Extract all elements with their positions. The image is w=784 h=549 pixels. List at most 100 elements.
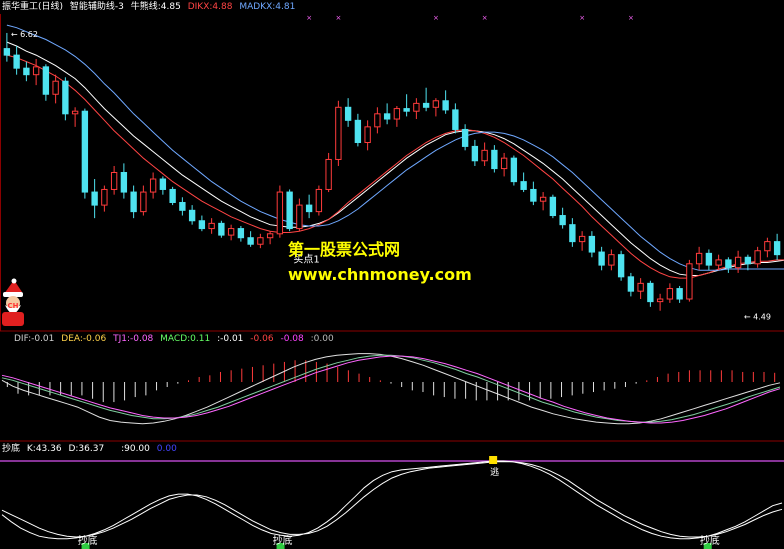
candle-body — [23, 67, 30, 76]
top-marker: × — [306, 14, 312, 22]
candle-body — [539, 196, 547, 202]
candle-body — [432, 100, 440, 108]
bottom-signal-label: 抄底 — [273, 534, 293, 547]
candle-body — [169, 188, 176, 203]
candle-body — [656, 298, 664, 303]
k-label: K:43.36 — [26, 444, 62, 454]
macd-extra-1: :-0.01 — [217, 334, 244, 344]
candle-body — [354, 119, 362, 144]
candle-body — [734, 256, 742, 269]
candle-body — [647, 282, 654, 303]
level-label: :90.00 — [121, 444, 150, 454]
candle-body — [705, 252, 713, 266]
watermark-title: 第一股票公式网 — [288, 240, 401, 259]
candle-body — [305, 204, 313, 213]
candle-body — [510, 157, 518, 183]
candle-body — [188, 209, 196, 222]
macd-extra-2: -0.06 — [250, 334, 274, 344]
candle-body — [335, 106, 342, 160]
price-header: 振华重工(日线) 智能辅助线-3 牛熊线:4.85 DIKX:4.88 MADK… — [2, 2, 299, 13]
candle-body — [578, 235, 586, 243]
candle-body — [452, 109, 459, 130]
candle-body — [442, 100, 449, 111]
candle-body — [666, 288, 674, 300]
candle-body — [491, 149, 498, 170]
candle-body — [286, 191, 293, 230]
candle-body — [32, 66, 40, 76]
bottom-signal-label: 抄底 — [700, 534, 720, 547]
bull-bear-line-label: 牛熊线:4.85 — [130, 2, 181, 12]
candle-body — [549, 196, 557, 217]
candle-body — [296, 204, 303, 230]
candle-body — [754, 250, 761, 265]
candle-body — [91, 191, 98, 206]
candle-body — [218, 222, 225, 236]
zero-label: 0.00 — [156, 444, 177, 454]
candle-body — [120, 172, 128, 193]
candle-body — [715, 259, 722, 266]
candle-body — [461, 128, 469, 147]
candle-body — [42, 66, 50, 95]
dea-label: DEA:-0.06 — [61, 334, 107, 344]
candle-body — [315, 188, 323, 213]
candle-body — [257, 237, 264, 245]
candle-body — [744, 256, 752, 265]
candle-body — [393, 108, 401, 120]
madkx-label: MADKX:4.81 — [239, 2, 296, 12]
candle-body — [520, 181, 527, 190]
candle-body — [62, 80, 69, 115]
candle-body — [530, 188, 537, 202]
top-marker: × — [335, 14, 341, 22]
indicator-name: 智能辅助线-3 — [69, 2, 124, 12]
candle-body — [773, 241, 781, 256]
candle-body — [179, 201, 186, 211]
candle-body — [374, 113, 381, 128]
stock-title: 振华重工(日线) — [2, 2, 64, 12]
candle-body — [52, 80, 59, 95]
escape-signal-label: 逃 — [490, 466, 499, 478]
top-marker: × — [579, 14, 585, 22]
macd-extra-3: -0.08 — [280, 334, 304, 344]
candle-body — [413, 102, 420, 112]
candle-body — [695, 252, 703, 265]
candle-body — [13, 54, 20, 69]
candle-body — [637, 282, 644, 292]
candle-body — [471, 145, 479, 162]
candle-body — [81, 110, 89, 193]
candle-body — [403, 108, 410, 112]
macd-extra-4: :0.00 — [310, 334, 334, 344]
candle-body — [500, 157, 508, 170]
candle-body — [208, 222, 215, 230]
escape-signal-box — [489, 456, 498, 464]
candle-body — [140, 191, 147, 213]
candle-body — [101, 188, 108, 206]
macd-header: DIF:-0.01 DEA:-0.06 TJ1:-0.08 MACD:0.11 … — [14, 334, 338, 345]
top-marker: × — [433, 14, 439, 22]
logo-text: CH — [8, 302, 19, 310]
candle-body — [130, 191, 137, 213]
candle-body — [276, 191, 284, 235]
candle-body — [686, 263, 693, 300]
candle-body — [725, 259, 732, 269]
candle-body — [598, 251, 605, 266]
candle-body — [569, 224, 576, 243]
kd-title: 抄底 — [2, 444, 21, 454]
candle-body — [71, 110, 79, 115]
candle-body — [764, 241, 771, 252]
dikx-label: DIKX:4.88 — [187, 2, 233, 12]
high-annotation: ← 6.62 — [11, 30, 38, 39]
candle-body — [159, 178, 167, 190]
candle-body — [325, 158, 332, 190]
candle-body — [383, 113, 391, 120]
candle-body — [608, 254, 615, 266]
top-marker: × — [628, 14, 634, 22]
candle-body — [422, 102, 430, 108]
kd-header: 抄底 K:43.36 D:36.37 :90.00 0.00 — [2, 444, 181, 455]
candle-body — [237, 228, 245, 239]
candle-body — [481, 149, 488, 162]
candle-body — [227, 228, 235, 236]
candle-body — [3, 48, 11, 56]
candle-body — [364, 126, 371, 144]
candle-body — [676, 288, 683, 300]
tj1-label: TJ1:-0.08 — [113, 334, 154, 344]
